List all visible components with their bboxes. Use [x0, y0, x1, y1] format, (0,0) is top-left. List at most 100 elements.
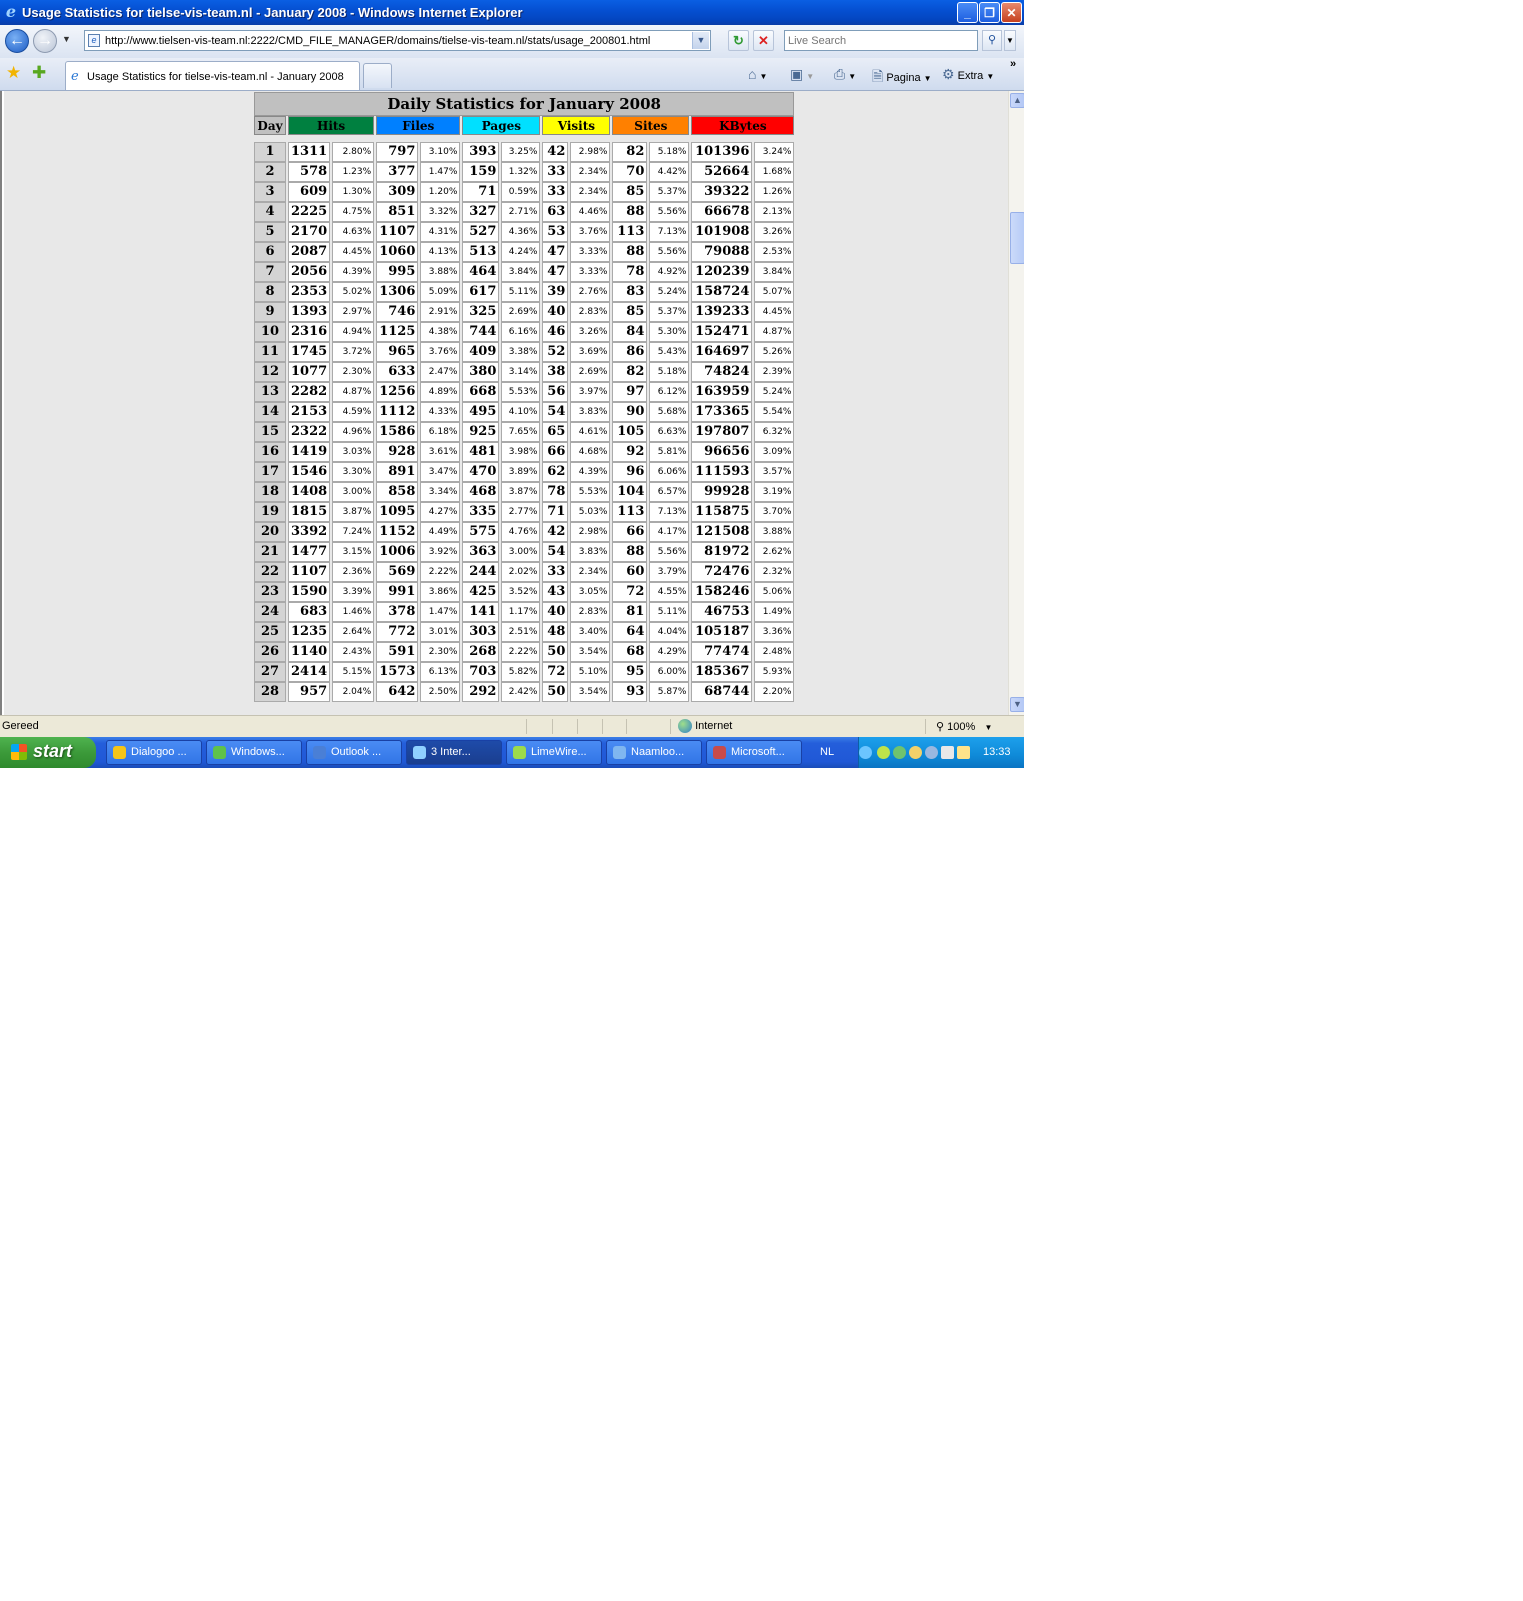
percent-cell: 5.11%: [649, 602, 690, 622]
scrollbar-thumb[interactable]: [1010, 212, 1024, 264]
ie-icon: e: [5, 2, 17, 21]
value-cell: 2153: [288, 402, 331, 422]
table-caption: Daily Statistics for January 2008: [254, 92, 795, 116]
value-cell: 120239: [691, 262, 753, 282]
stop-button[interactable]: ✕: [753, 30, 774, 51]
tab-usage-statistics[interactable]: e Usage Statistics for tielse-vis-team.n…: [65, 61, 360, 90]
percent-cell: 2.80%: [332, 142, 375, 162]
value-cell: 113: [612, 502, 648, 522]
percent-cell: 4.04%: [649, 622, 690, 642]
refresh-button[interactable]: ↻: [728, 30, 749, 51]
minimize-button[interactable]: _: [957, 2, 978, 23]
value-cell: 66: [542, 442, 569, 462]
value-cell: 1408: [288, 482, 331, 502]
table-row: 19 1815 3.87% 1095 4.27% 335 2.77% 71 5.03% 113 7.…: [254, 502, 795, 522]
restore-button[interactable]: ❐: [979, 2, 1000, 23]
table-row: 17 1546 3.30% 891 3.47% 470 3.89% 62 4.39% 96 6.06…: [254, 462, 795, 482]
value-cell: 2170: [288, 222, 331, 242]
taskbar-item[interactable]: 3 Inter...: [406, 740, 502, 765]
percent-cell: 5.53%: [570, 482, 611, 502]
percent-cell: 3.88%: [754, 522, 795, 542]
tray-monitor-icon[interactable]: [957, 746, 970, 759]
tray-help-icon[interactable]: [925, 746, 938, 759]
status-divider: [626, 719, 627, 734]
address-bar[interactable]: e ▼: [84, 30, 711, 51]
percent-cell: 2.20%: [754, 682, 795, 702]
tray-user-icon[interactable]: [909, 746, 922, 759]
value-cell: 470: [462, 462, 500, 482]
percent-cell: 4.76%: [501, 522, 541, 542]
security-zone[interactable]: Internet: [678, 719, 732, 733]
value-cell: 2353: [288, 282, 331, 302]
value-cell: 72: [612, 582, 648, 602]
column-header-visits: Visits: [542, 116, 611, 135]
tray-messenger-icon[interactable]: [893, 746, 906, 759]
value-cell: 68744: [691, 682, 753, 702]
title-bar[interactable]: e Usage Statistics for tielse-vis-team.n…: [0, 0, 1024, 25]
percent-cell: 3.05%: [570, 582, 611, 602]
close-button[interactable]: ✕: [1001, 2, 1022, 23]
tray-network-icon[interactable]: [941, 746, 954, 759]
search-button[interactable]: ⚲: [982, 30, 1002, 51]
value-cell: 1546: [288, 462, 331, 482]
percent-cell: 2.39%: [754, 362, 795, 382]
scroll-up-button[interactable]: ▲: [1010, 93, 1024, 108]
page-menu[interactable]: 🗎 Pagina ▼: [872, 66, 932, 90]
value-cell: 617: [462, 282, 500, 302]
taskbar-item[interactable]: Microsoft...: [706, 740, 802, 765]
url-input[interactable]: [105, 33, 685, 48]
tray-arrow-icon[interactable]: [859, 746, 872, 759]
value-cell: 52: [542, 342, 569, 362]
percent-cell: 2.42%: [501, 682, 541, 702]
print-button[interactable]: ⎙ ▼: [834, 66, 856, 83]
percent-cell: 3.92%: [420, 542, 461, 562]
taskbar-item[interactable]: LimeWire...: [506, 740, 602, 765]
percent-cell: 2.98%: [570, 522, 611, 542]
favorites-star-icon[interactable]: ★: [6, 63, 21, 83]
tray-limewire-icon[interactable]: [877, 746, 890, 759]
vertical-scrollbar[interactable]: ▲ ▼: [1008, 91, 1024, 715]
search-input[interactable]: [784, 30, 978, 51]
day-cell: 16: [254, 442, 286, 462]
more-commands-button[interactable]: »: [1010, 58, 1016, 70]
search-options-dropdown[interactable]: ▼: [1004, 30, 1016, 51]
column-header-kbytes: KBytes: [691, 116, 795, 135]
status-divider: [552, 719, 553, 734]
taskbar-item[interactable]: Dialogoo ...: [106, 740, 202, 765]
start-button[interactable]: start: [0, 737, 96, 768]
percent-cell: 3.14%: [501, 362, 541, 382]
tools-menu[interactable]: ⚙ Extra ▼: [942, 66, 994, 83]
percent-cell: 5.09%: [420, 282, 461, 302]
forward-button[interactable]: →: [33, 29, 57, 53]
day-cell: 22: [254, 562, 286, 582]
percent-cell: 2.22%: [501, 642, 541, 662]
add-favorites-icon[interactable]: ✚: [32, 63, 46, 83]
value-cell: 642: [376, 682, 419, 702]
zoom-control[interactable]: ⚲ 100% ▼: [936, 720, 992, 733]
value-cell: 86: [612, 342, 648, 362]
feeds-button[interactable]: ▣ ▼: [790, 66, 814, 83]
value-cell: 378: [376, 602, 419, 622]
value-cell: 72: [542, 662, 569, 682]
home-button[interactable]: ⌂ ▼: [748, 66, 767, 82]
taskbar-item[interactable]: Windows...: [206, 740, 302, 765]
address-dropdown[interactable]: ▼: [692, 32, 709, 49]
back-button[interactable]: ←: [5, 29, 29, 53]
new-tab-button[interactable]: [363, 63, 392, 88]
history-dropdown[interactable]: ▼: [62, 34, 71, 44]
value-cell: 746: [376, 302, 419, 322]
value-cell: 40: [542, 602, 569, 622]
value-cell: 1311: [288, 142, 331, 162]
globe-icon: [678, 719, 692, 733]
web-page: Daily Statistics for January 2008 Day Hit…: [4, 91, 1008, 715]
percent-cell: 4.36%: [501, 222, 541, 242]
table-row: 11 1745 3.72% 965 3.76% 409 3.38% 52 3.69% 86 5.43…: [254, 342, 795, 362]
day-cell: 21: [254, 542, 286, 562]
taskbar-item[interactable]: Outlook ...: [306, 740, 402, 765]
value-cell: 141: [462, 602, 500, 622]
percent-cell: 1.20%: [420, 182, 461, 202]
scroll-down-button[interactable]: ▼: [1010, 697, 1024, 712]
value-cell: 797: [376, 142, 419, 162]
language-indicator[interactable]: NL: [820, 746, 834, 758]
taskbar-item[interactable]: Naamloo...: [606, 740, 702, 765]
